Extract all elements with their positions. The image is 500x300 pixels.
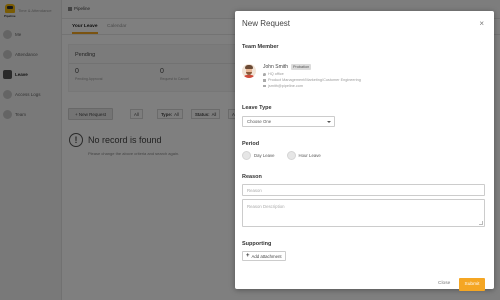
member-office-text: HQ office <box>268 72 284 76</box>
close-button[interactable]: Close <box>438 281 450 286</box>
plus-icon: + <box>246 253 250 259</box>
member-department-text: Product Management/Marketing/Customer En… <box>268 78 361 82</box>
reason-description-textarea[interactable]: Reason Description <box>242 199 485 227</box>
department-icon <box>263 78 266 82</box>
avatar <box>242 64 256 78</box>
member-name: John Smith <box>263 64 289 70</box>
add-attachment-label: Add attachment <box>251 253 282 259</box>
add-attachment-button[interactable]: + Add attachment <box>242 251 286 261</box>
leave-type-select[interactable]: Choose One <box>242 116 335 127</box>
period-options: Day Leave Hour Leave <box>242 151 333 160</box>
member-office: HQ office <box>263 72 284 76</box>
member-name-row: John Smith Probation <box>263 64 312 70</box>
supporting-label: Supporting <box>242 241 272 247</box>
member-email: jsmith@pipeline.com <box>263 84 303 88</box>
hour-leave-label[interactable]: Hour Leave <box>299 153 321 158</box>
chevron-down-icon <box>327 120 331 123</box>
reason-label: Reason <box>242 174 262 180</box>
leave-type-label: Leave Type <box>242 105 272 111</box>
new-request-modal: New Request × Team Member John Smith Pro… <box>235 11 494 291</box>
location-pin-icon <box>263 72 266 76</box>
day-leave-radio[interactable] <box>242 151 251 160</box>
reason-input[interactable]: Reason <box>242 184 485 196</box>
modal-title: New Request <box>242 19 291 28</box>
period-label: Period <box>242 141 260 147</box>
hour-leave-radio[interactable] <box>286 151 296 160</box>
close-icon[interactable]: × <box>479 19 484 28</box>
team-member-label: Team Member <box>242 44 279 50</box>
member-email-text: jsmith@pipeline.com <box>268 84 304 88</box>
mail-icon <box>263 84 266 88</box>
submit-button[interactable]: Submit <box>459 278 485 291</box>
select-value: Choose One <box>247 119 272 124</box>
day-leave-label[interactable]: Day Leave <box>254 153 275 158</box>
status-badge: Probation <box>291 64 312 70</box>
member-department: Product Management/Marketing/Customer En… <box>263 78 361 82</box>
